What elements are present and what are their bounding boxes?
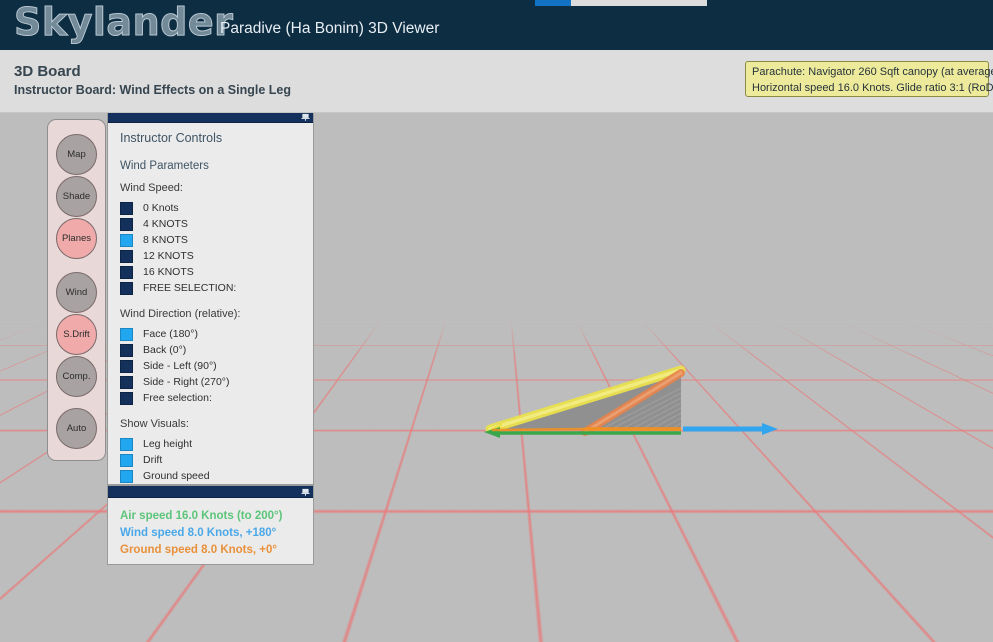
viewer-app: Skylander Paradive (Ha Bonim) 3D Viewer … (0, 0, 993, 642)
wind-direction-label: Side - Right (270°) (143, 376, 230, 388)
loading-progress-bar (535, 0, 707, 6)
tool-rail: Map Shade Planes Wind S.Drift Comp. Auto (47, 119, 106, 461)
checkbox-icon[interactable] (120, 327, 133, 341)
wind-direction-options: Face (180°) Back (0°) Side - Left (90°) Sid… (120, 326, 313, 406)
show-visual-label: Drift (143, 454, 163, 466)
wind-direction-option[interactable]: Back (0°) (120, 342, 313, 358)
rail-button-auto[interactable]: Auto (56, 408, 97, 449)
show-visuals-options: Leg height Drift Ground speed (120, 436, 313, 484)
parachute-info-box: Parachute: Navigator 260 Sqft canopy (at… (745, 61, 993, 97)
wind-speed-label: 4 KNOTS (143, 218, 188, 230)
app-title: Paradive (Ha Bonim) 3D Viewer (220, 20, 440, 37)
checkbox-icon[interactable] (120, 359, 133, 373)
wind-direction-label: Free selection: (143, 392, 212, 404)
speed-readout-panel: Air speed 16.0 Knots (to 200°) Wind spee… (107, 485, 314, 565)
checkbox-icon[interactable] (120, 249, 133, 263)
wind-speed-option[interactable]: 16 KNOTS (120, 264, 313, 280)
drift-icon: S.Drift (63, 328, 90, 340)
wind-speed-option[interactable]: 12 KNOTS (120, 248, 313, 264)
air-speed-readout: Air speed 16.0 Knots (to 200°) (120, 510, 283, 522)
readout-body: Air speed 16.0 Knots (to 200°) Wind spee… (108, 498, 313, 559)
checkbox-icon[interactable] (120, 265, 133, 279)
page-title: 3D Board (14, 63, 81, 80)
checkbox-icon[interactable] (120, 375, 133, 389)
rail-button-comp[interactable]: Comp. (56, 356, 97, 397)
checkbox-icon[interactable] (120, 281, 133, 295)
show-visual-label: Leg height (143, 438, 193, 450)
parachute-info-line-2: Horizontal speed 16.0 Knots. Glide ratio… (752, 81, 993, 94)
rail-button-sdrift[interactable]: S.Drift (56, 314, 97, 355)
wind-speed-label: FREE SELECTION: (143, 282, 237, 294)
wind-direction-label: Side - Left (90°) (143, 360, 217, 372)
ground-speed-vector (491, 427, 681, 432)
wind-direction-option[interactable]: Side - Right (270°) (120, 374, 313, 390)
panel-body: Instructor Controls Wind Parameters Wind… (108, 123, 313, 484)
wind-speed-option[interactable]: 4 KNOTS (120, 216, 313, 232)
rail-button-shade[interactable]: Shade (56, 176, 97, 217)
readout-titlebar[interactable] (108, 486, 313, 498)
parachute-info-line-1: Parachute: Navigator 260 Sqft canopy (at… (752, 66, 993, 78)
checkbox-icon[interactable] (120, 469, 133, 483)
wind-icon: Wind (65, 286, 88, 298)
show-visual-label: Ground speed (143, 470, 210, 482)
wind-speed-readout: Wind speed 8.0 Knots, +180° (120, 527, 277, 539)
show-visuals-label: Show Visuals: (120, 418, 189, 430)
compass-icon: Comp. (62, 370, 91, 382)
wind-speed-label: 8 KNOTS (143, 234, 188, 246)
wind-parameters-heading: Wind Parameters (120, 160, 209, 172)
wind-direction-option[interactable]: Face (180°) (120, 326, 313, 342)
rail-button-planes[interactable]: Planes (56, 218, 97, 259)
app-logo: Skylander (13, 0, 234, 45)
rail-button-wind[interactable]: Wind (56, 272, 97, 313)
map-icon: Map (67, 148, 86, 160)
ground-speed-readout: Ground speed 8.0 Knots, +0° (120, 544, 278, 556)
planes-icon: Planes (61, 232, 92, 244)
show-visual-option[interactable]: Ground speed (120, 468, 313, 484)
checkbox-icon[interactable] (120, 453, 133, 467)
panel-title: Instructor Controls (120, 131, 223, 145)
wind-speed-label: 0 Knots (143, 202, 179, 214)
pin-icon[interactable] (301, 113, 310, 121)
loading-progress-fill (535, 0, 571, 6)
instructor-controls-panel: Instructor Controls Wind Parameters Wind… (107, 110, 314, 485)
page-subtitle: Instructor Board: Wind Effects on a Sing… (14, 83, 291, 97)
wind-direction-label: Back (0°) (143, 344, 187, 356)
wind-speed-options: 0 Knots 4 KNOTS 8 KNOTS 12 KNOTS 16 KNOTS FRE… (120, 200, 313, 296)
checkbox-icon[interactable] (120, 217, 133, 231)
wind-speed-label: Wind Speed: (120, 182, 183, 194)
wind-speed-option[interactable]: FREE SELECTION: (120, 280, 313, 296)
wind-direction-option[interactable]: Free selection: (120, 390, 313, 406)
checkbox-icon[interactable] (120, 233, 133, 247)
show-visual-option[interactable]: Drift (120, 452, 313, 468)
wind-speed-option[interactable]: 0 Knots (120, 200, 313, 216)
pin-icon[interactable] (301, 488, 310, 496)
auto-icon: Auto (66, 422, 87, 434)
wind-direction-label: Wind Direction (relative): (120, 308, 241, 320)
rail-button-map[interactable]: Map (56, 134, 97, 175)
wind-speed-label: 12 KNOTS (143, 250, 194, 262)
checkbox-icon[interactable] (120, 343, 133, 357)
checkbox-icon[interactable] (120, 201, 133, 215)
wind-speed-option[interactable]: 8 KNOTS (120, 232, 313, 248)
wind-vector (683, 423, 778, 435)
checkbox-icon[interactable] (120, 391, 133, 405)
show-visual-option[interactable]: Leg height (120, 436, 313, 452)
wind-direction-option[interactable]: Side - Left (90°) (120, 358, 313, 374)
wind-speed-label: 16 KNOTS (143, 266, 194, 278)
shade-icon: Shade (62, 190, 91, 202)
wind-direction-label: Face (180°) (143, 328, 198, 340)
checkbox-icon[interactable] (120, 437, 133, 451)
app-header: Skylander Paradive (Ha Bonim) 3D Viewer (0, 0, 993, 50)
